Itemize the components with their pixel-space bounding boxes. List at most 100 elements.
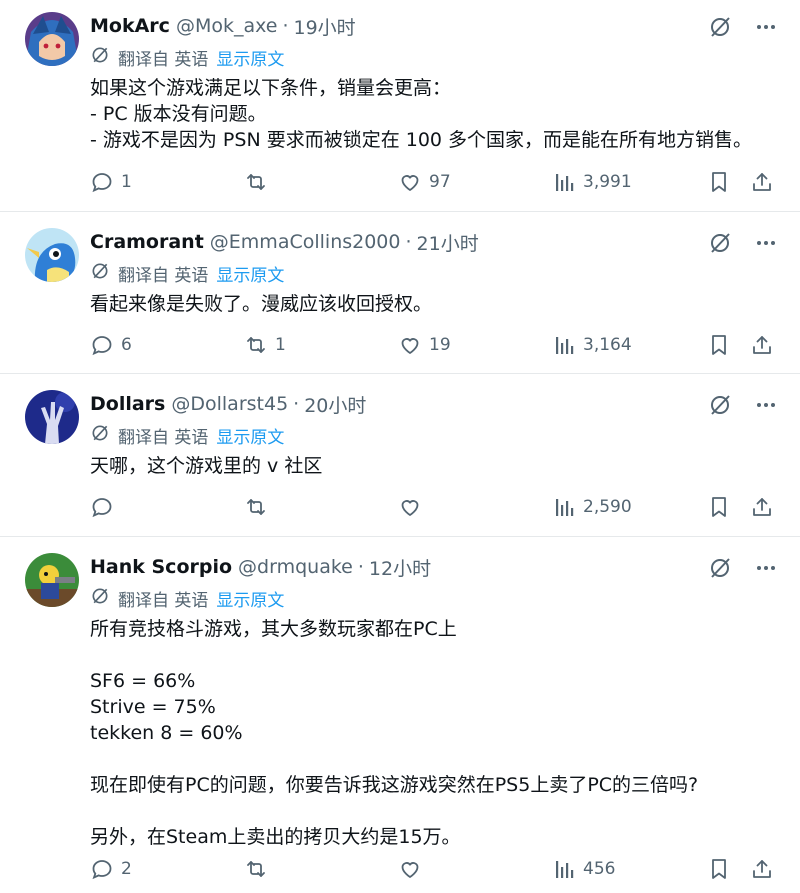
tweet-text: 所有竞技格斗游戏，其大多数玩家都在PC上 SF6 = 66% Strive = … (90, 616, 780, 850)
retweet-icon (247, 337, 265, 353)
avatar[interactable] (25, 553, 79, 607)
retweet-icon (247, 499, 265, 515)
bookmark-button[interactable] (708, 492, 730, 522)
retweet-count: 1 (275, 335, 286, 355)
display-name[interactable]: Dollars (90, 393, 165, 415)
reply-icon (92, 336, 112, 356)
translate-icon (90, 45, 110, 70)
tweet-text-line: 另外，在Steam上卖出的拷贝大约是15万。 (90, 826, 461, 848)
action-bar: 2 456 (90, 854, 780, 884)
reply-count: 1 (121, 172, 132, 192)
translated-from-label: 翻译自 英语 (118, 590, 209, 611)
retweet-button[interactable] (244, 492, 275, 522)
avatar[interactable] (25, 228, 79, 282)
tweet[interactable]: MokArc @Mok_axe · 19小时 翻译自 英语 显示原文 如果这个游… (0, 0, 800, 212)
show-original-link[interactable]: 显示原文 (216, 423, 284, 448)
reply-icon (92, 498, 112, 518)
like-button[interactable] (398, 492, 429, 522)
like-count: 97 (429, 172, 451, 192)
user-handle[interactable]: @Dollarst45 (171, 393, 288, 415)
grok-icon[interactable] (708, 15, 732, 39)
avatar[interactable] (25, 12, 79, 66)
tweet[interactable]: Cramorant @EmmaCollins2000 · 21小时 翻译自 英语… (0, 212, 800, 374)
tweet-top-actions (708, 393, 776, 417)
timestamp[interactable]: 12小时 (369, 554, 431, 581)
tweet-text-line (90, 746, 780, 772)
display-name[interactable]: Hank Scorpio (90, 556, 232, 578)
tweet-text: 天哪，这个游戏里的 v 社区 (90, 453, 780, 479)
share-icon (753, 498, 771, 516)
views-icon (556, 861, 574, 878)
views-button[interactable]: 2,590 (554, 492, 632, 522)
like-button[interactable]: 19 (398, 330, 451, 360)
tweet-header: Cramorant @EmmaCollins2000 · 21小时 (90, 227, 479, 257)
share-icon (753, 173, 771, 191)
share-button[interactable] (750, 330, 774, 360)
more-options-icon[interactable] (756, 558, 776, 578)
more-options-icon[interactable] (756, 17, 776, 37)
bookmark-icon (712, 497, 726, 517)
reply-button[interactable] (90, 492, 121, 522)
timestamp[interactable]: 19小时 (294, 13, 356, 40)
reply-button[interactable]: 2 (90, 854, 132, 884)
user-handle[interactable]: @EmmaCollins2000 (210, 231, 401, 253)
tweet-header: MokArc @Mok_axe · 19小时 (90, 11, 356, 41)
timestamp[interactable]: 21小时 (417, 229, 479, 256)
grok-icon[interactable] (708, 231, 732, 255)
bookmark-button[interactable] (708, 330, 730, 360)
like-button[interactable]: 97 (398, 167, 451, 197)
views-button[interactable]: 3,164 (554, 330, 632, 360)
tweet-text-line: 如果这个游戏满足以下条件，销量会更高： (90, 77, 452, 99)
translated-from-label: 翻译自 英语 (118, 427, 209, 448)
tweet[interactable]: Hank Scorpio @drmquake · 12小时 翻译自 英语 显示原… (0, 537, 800, 893)
translate-icon (90, 586, 110, 611)
separator-dot: · (293, 393, 300, 415)
share-button[interactable] (750, 854, 774, 884)
bookmark-icon (712, 172, 726, 192)
bookmark-button[interactable] (708, 167, 730, 197)
like-button[interactable] (398, 854, 429, 884)
reply-button[interactable]: 1 (90, 167, 132, 197)
show-original-link[interactable]: 显示原文 (216, 586, 284, 611)
reply-button[interactable]: 6 (90, 330, 132, 360)
retweet-button[interactable] (244, 167, 275, 197)
translate-icon (90, 261, 110, 286)
tweet-text-line (90, 798, 780, 824)
avatar[interactable] (25, 390, 79, 444)
more-options-icon[interactable] (756, 233, 776, 253)
reply-count: 2 (121, 859, 132, 879)
show-original-link[interactable]: 显示原文 (216, 261, 284, 286)
retweet-button[interactable]: 1 (244, 330, 286, 360)
reply-feed: MokArc @Mok_axe · 19小时 翻译自 英语 显示原文 如果这个游… (0, 0, 800, 893)
share-button[interactable] (750, 492, 774, 522)
tweet-text: 如果这个游戏满足以下条件，销量会更高： - PC 版本没有问题。 - 游戏不是因… (90, 75, 780, 153)
show-original-link[interactable]: 显示原文 (216, 45, 284, 70)
views-icon (556, 174, 574, 191)
bookmark-button[interactable] (708, 854, 730, 884)
timestamp[interactable]: 20小时 (304, 391, 366, 418)
grok-icon[interactable] (708, 556, 732, 580)
views-icon (556, 337, 574, 354)
tweet-text-line: 所有竞技格斗游戏，其大多数玩家都在PC上 (90, 618, 457, 640)
action-bar: 2,590 (90, 492, 780, 522)
tweet-text-line: Strive = 75% (90, 696, 216, 718)
like-icon (401, 175, 419, 192)
tweet-top-actions (708, 15, 776, 39)
more-options-icon[interactable] (756, 395, 776, 415)
tweet-text-line: tekken 8 = 60% (90, 722, 243, 744)
bookmark-icon (712, 859, 726, 879)
user-handle[interactable]: @Mok_axe (176, 15, 278, 37)
views-button[interactable]: 456 (554, 854, 615, 884)
retweet-button[interactable] (244, 854, 275, 884)
action-bar: 1 97 3,991 (90, 167, 780, 197)
views-button[interactable]: 3,991 (554, 167, 632, 197)
like-icon (401, 862, 419, 879)
display-name[interactable]: MokArc (90, 15, 170, 37)
share-icon (753, 860, 771, 878)
grok-icon[interactable] (708, 393, 732, 417)
user-handle[interactable]: @drmquake (238, 556, 353, 578)
share-button[interactable] (750, 167, 774, 197)
tweet-text-line: SF6 = 66% (90, 670, 196, 692)
tweet[interactable]: Dollars @Dollarst45 · 20小时 翻译自 英语 显示原文 天… (0, 374, 800, 537)
display-name[interactable]: Cramorant (90, 231, 204, 253)
